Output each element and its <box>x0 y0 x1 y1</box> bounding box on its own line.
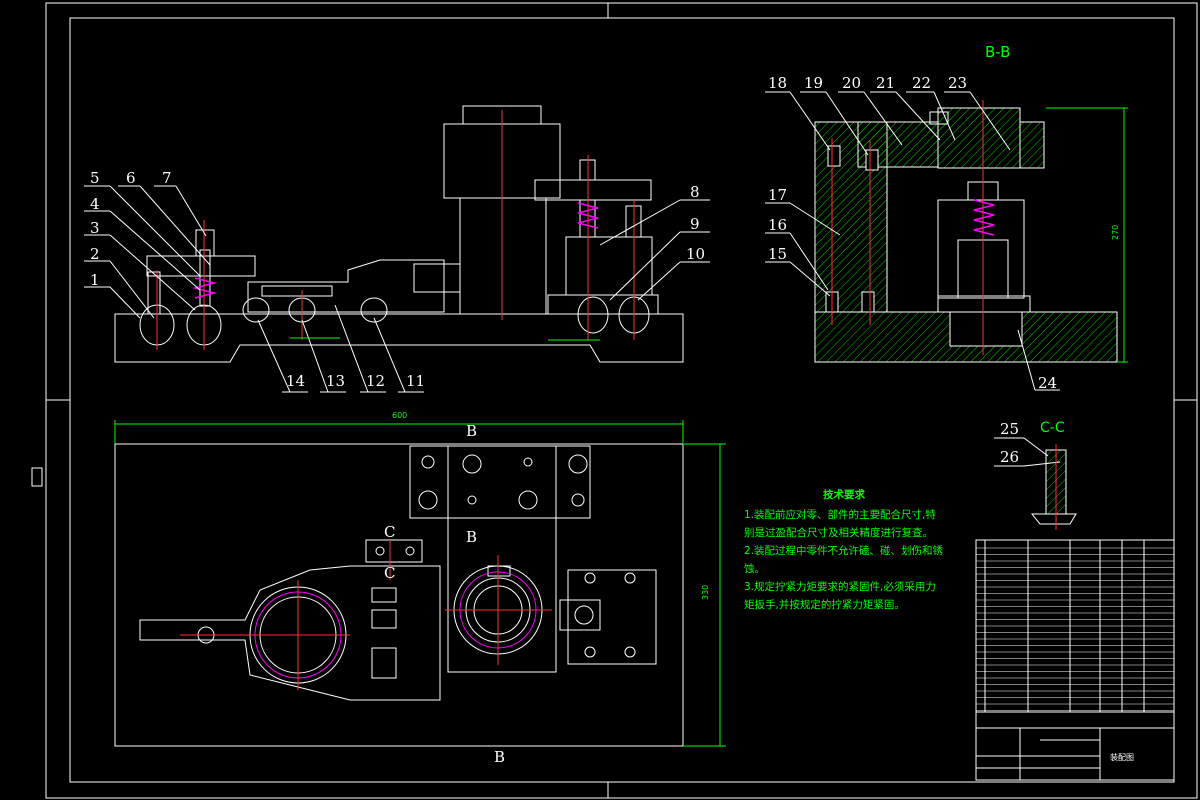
balloon-11: 11 <box>406 372 425 390</box>
balloon-1: 1 <box>90 271 100 289</box>
view-marker-b-mid: B <box>466 528 477 546</box>
balloon-10: 10 <box>686 245 705 263</box>
tech-req-title: 技术要求 <box>823 489 865 501</box>
view-marker-c-bottom: C <box>384 564 395 582</box>
assembly-drawing: B-B C-C 600 330 270 B B B C C 1 2 3 4 5 … <box>31 2 1198 799</box>
section-label-bb: B-B <box>985 43 1010 61</box>
view-marker-b-top: B <box>466 422 477 440</box>
dim-bb-height: 270 <box>1111 225 1120 240</box>
balloon-13: 13 <box>326 372 345 390</box>
balloon-15: 15 <box>768 245 787 263</box>
balloon-19: 19 <box>804 74 823 92</box>
title-block-drawing-name: 装配图 <box>1110 752 1134 762</box>
balloon-8: 8 <box>690 183 700 201</box>
springs <box>192 202 599 299</box>
top-view-dims <box>114 420 726 747</box>
bb-springs <box>973 199 995 236</box>
front-dims <box>290 337 600 341</box>
side-tab <box>31 467 43 487</box>
balloon-14: 14 <box>286 372 305 390</box>
dim-overall-width: 600 <box>392 411 407 420</box>
balloon-6: 6 <box>126 169 136 187</box>
balloon-4: 4 <box>90 195 100 213</box>
tech-req-item-2: 2.装配过程中零件不允许磕、碰、划伤和锈蚀。 <box>744 545 944 575</box>
balloon-25: 25 <box>1000 420 1019 438</box>
view-marker-c-top: C <box>384 523 395 541</box>
front-leaders <box>84 185 710 393</box>
top-view-holes <box>197 454 636 658</box>
balloon-16: 16 <box>768 216 787 234</box>
balloon-24: 24 <box>1038 374 1057 392</box>
balloon-17: 17 <box>768 186 787 204</box>
balloon-3: 3 <box>90 219 100 237</box>
balloon-23: 23 <box>948 74 967 92</box>
balloon-2: 2 <box>90 245 100 263</box>
view-marker-b-bottom: B <box>494 748 505 766</box>
balloon-26: 26 <box>1000 448 1019 466</box>
section-bb <box>814 107 1118 363</box>
balloon-5: 5 <box>90 169 100 187</box>
balloon-20: 20 <box>842 74 861 92</box>
dim-overall-height: 330 <box>701 585 710 600</box>
tech-req-item-1: 1.装配前应对零、部件的主要配合尺寸,特别是过盈配合尺寸及相关精度进行复查。 <box>744 509 936 539</box>
section-label-cc: C-C <box>1040 420 1065 436</box>
balloon-22: 22 <box>912 74 931 92</box>
top-view <box>114 443 684 747</box>
balloon-12: 12 <box>366 372 385 390</box>
balloon-21: 21 <box>876 74 895 92</box>
technical-requirements: 技术要求 1.装配前应对零、部件的主要配合尺寸,特别是过盈配合尺寸及相关精度进行… <box>744 486 944 614</box>
front-view <box>114 105 684 363</box>
balloon-18: 18 <box>768 74 787 92</box>
tech-req-item-3: 3.规定拧紧力矩要求的紧固件,必须采用力矩扳手,并按规定的拧紧力矩紧固。 <box>744 581 936 611</box>
balloon-7: 7 <box>162 169 172 187</box>
balloon-9: 9 <box>690 215 700 233</box>
title-block <box>975 539 1175 781</box>
